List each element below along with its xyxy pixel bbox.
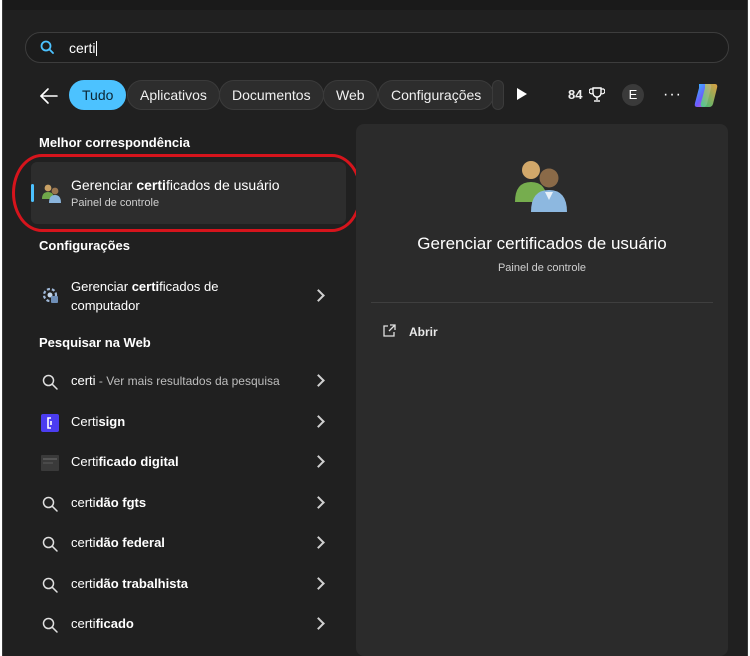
- chevron-right-icon: [312, 289, 325, 302]
- trophy-icon[interactable]: [589, 86, 605, 104]
- settings-item-computer-certificates[interactable]: Gerenciar certificados de computador: [31, 274, 341, 318]
- search-box[interactable]: certi: [25, 32, 729, 63]
- preview-subtitle: Painel de controle: [497, 262, 587, 274]
- search-icon: [42, 496, 58, 512]
- chevron-right-icon: [312, 455, 325, 468]
- settings-heading: Configurações: [39, 238, 131, 253]
- open-label: Abrir: [409, 325, 438, 339]
- search-icon: [42, 536, 58, 552]
- web-item-label: Certisign: [71, 414, 126, 429]
- text-caret: [96, 41, 98, 56]
- web-item-label: certificado: [71, 616, 134, 631]
- web-item-more-results[interactable]: certi - Ver mais resultados da pesquisa: [31, 363, 341, 401]
- preview-pane: Gerenciar certificados de usuário Painel…: [356, 124, 728, 656]
- chevron-right-icon: [312, 415, 325, 428]
- play-icon[interactable]: [517, 88, 527, 100]
- best-match-subtitle: Painel de controle: [71, 197, 160, 209]
- copilot-icon[interactable]: [691, 80, 721, 110]
- chevron-right-icon: [312, 577, 325, 590]
- tab-documents[interactable]: Documentos: [219, 80, 324, 110]
- preview-title: Gerenciar certificados de usuário: [417, 234, 667, 253]
- rewards-points[interactable]: 84: [568, 87, 582, 102]
- web-item-label: certi - Ver mais resultados da pesquisa: [71, 373, 280, 388]
- open-action[interactable]: Abrir: [382, 324, 582, 342]
- certificate-settings-icon: [42, 287, 58, 303]
- account-avatar[interactable]: E: [622, 84, 644, 106]
- tab-all[interactable]: Tudo: [69, 80, 127, 110]
- web-item-certisign[interactable]: Certisign: [31, 404, 341, 442]
- top-edge: [3, 0, 747, 10]
- divider: [371, 302, 713, 303]
- best-match-item[interactable]: Gerenciar certificados de usuário Painel…: [31, 162, 346, 224]
- search-icon: [40, 40, 54, 54]
- settings-item-label: Gerenciar certificados de computador: [71, 279, 219, 313]
- search-input[interactable]: certi: [69, 40, 98, 56]
- open-external-icon: [383, 324, 396, 337]
- back-arrow-icon[interactable]: [37, 84, 61, 108]
- web-item-certidao-federal[interactable]: certidão federal: [31, 525, 341, 563]
- chevron-right-icon: [312, 536, 325, 549]
- search-icon: [42, 374, 58, 390]
- web-item-certificado-digital[interactable]: Certificado digital: [31, 444, 341, 482]
- search-icon: [42, 577, 58, 593]
- user-certificates-icon: [515, 161, 567, 212]
- web-item-label: certidão fgts: [71, 495, 147, 510]
- web-item-label: certidão trabalhista: [71, 576, 189, 591]
- filter-bar: Tudo Aplicativos Documentos Web Configur…: [3, 78, 747, 112]
- web-item-label: Certificado digital: [71, 454, 179, 469]
- tab-web[interactable]: Web: [323, 80, 378, 110]
- tab-settings[interactable]: Configurações: [378, 80, 495, 110]
- best-match-title: Gerenciar certificados de usuário: [71, 177, 280, 193]
- thumbnail-icon: [41, 455, 59, 471]
- selection-indicator: [31, 184, 34, 202]
- web-search-heading: Pesquisar na Web: [39, 335, 151, 350]
- certisign-icon: [41, 414, 59, 432]
- best-match-heading: Melhor correspondência: [39, 135, 190, 150]
- user-certificates-icon: [42, 184, 61, 203]
- tab-overflow[interactable]: [492, 80, 504, 110]
- web-item-certificado[interactable]: certificado: [31, 606, 341, 644]
- chevron-right-icon: [312, 617, 325, 630]
- search-icon: [42, 617, 58, 633]
- chevron-right-icon: [312, 496, 325, 509]
- web-item-label: certidão federal: [71, 535, 165, 550]
- chevron-right-icon: [312, 374, 325, 387]
- start-search-panel: certi Tudo Aplicativos Documentos Web Co…: [2, 0, 748, 656]
- web-item-certidao-fgts[interactable]: certidão fgts: [31, 485, 341, 523]
- web-item-certidao-trabalhista[interactable]: certidão trabalhista: [31, 566, 341, 604]
- tab-apps[interactable]: Aplicativos: [127, 80, 220, 110]
- more-options-icon[interactable]: ···: [663, 86, 682, 104]
